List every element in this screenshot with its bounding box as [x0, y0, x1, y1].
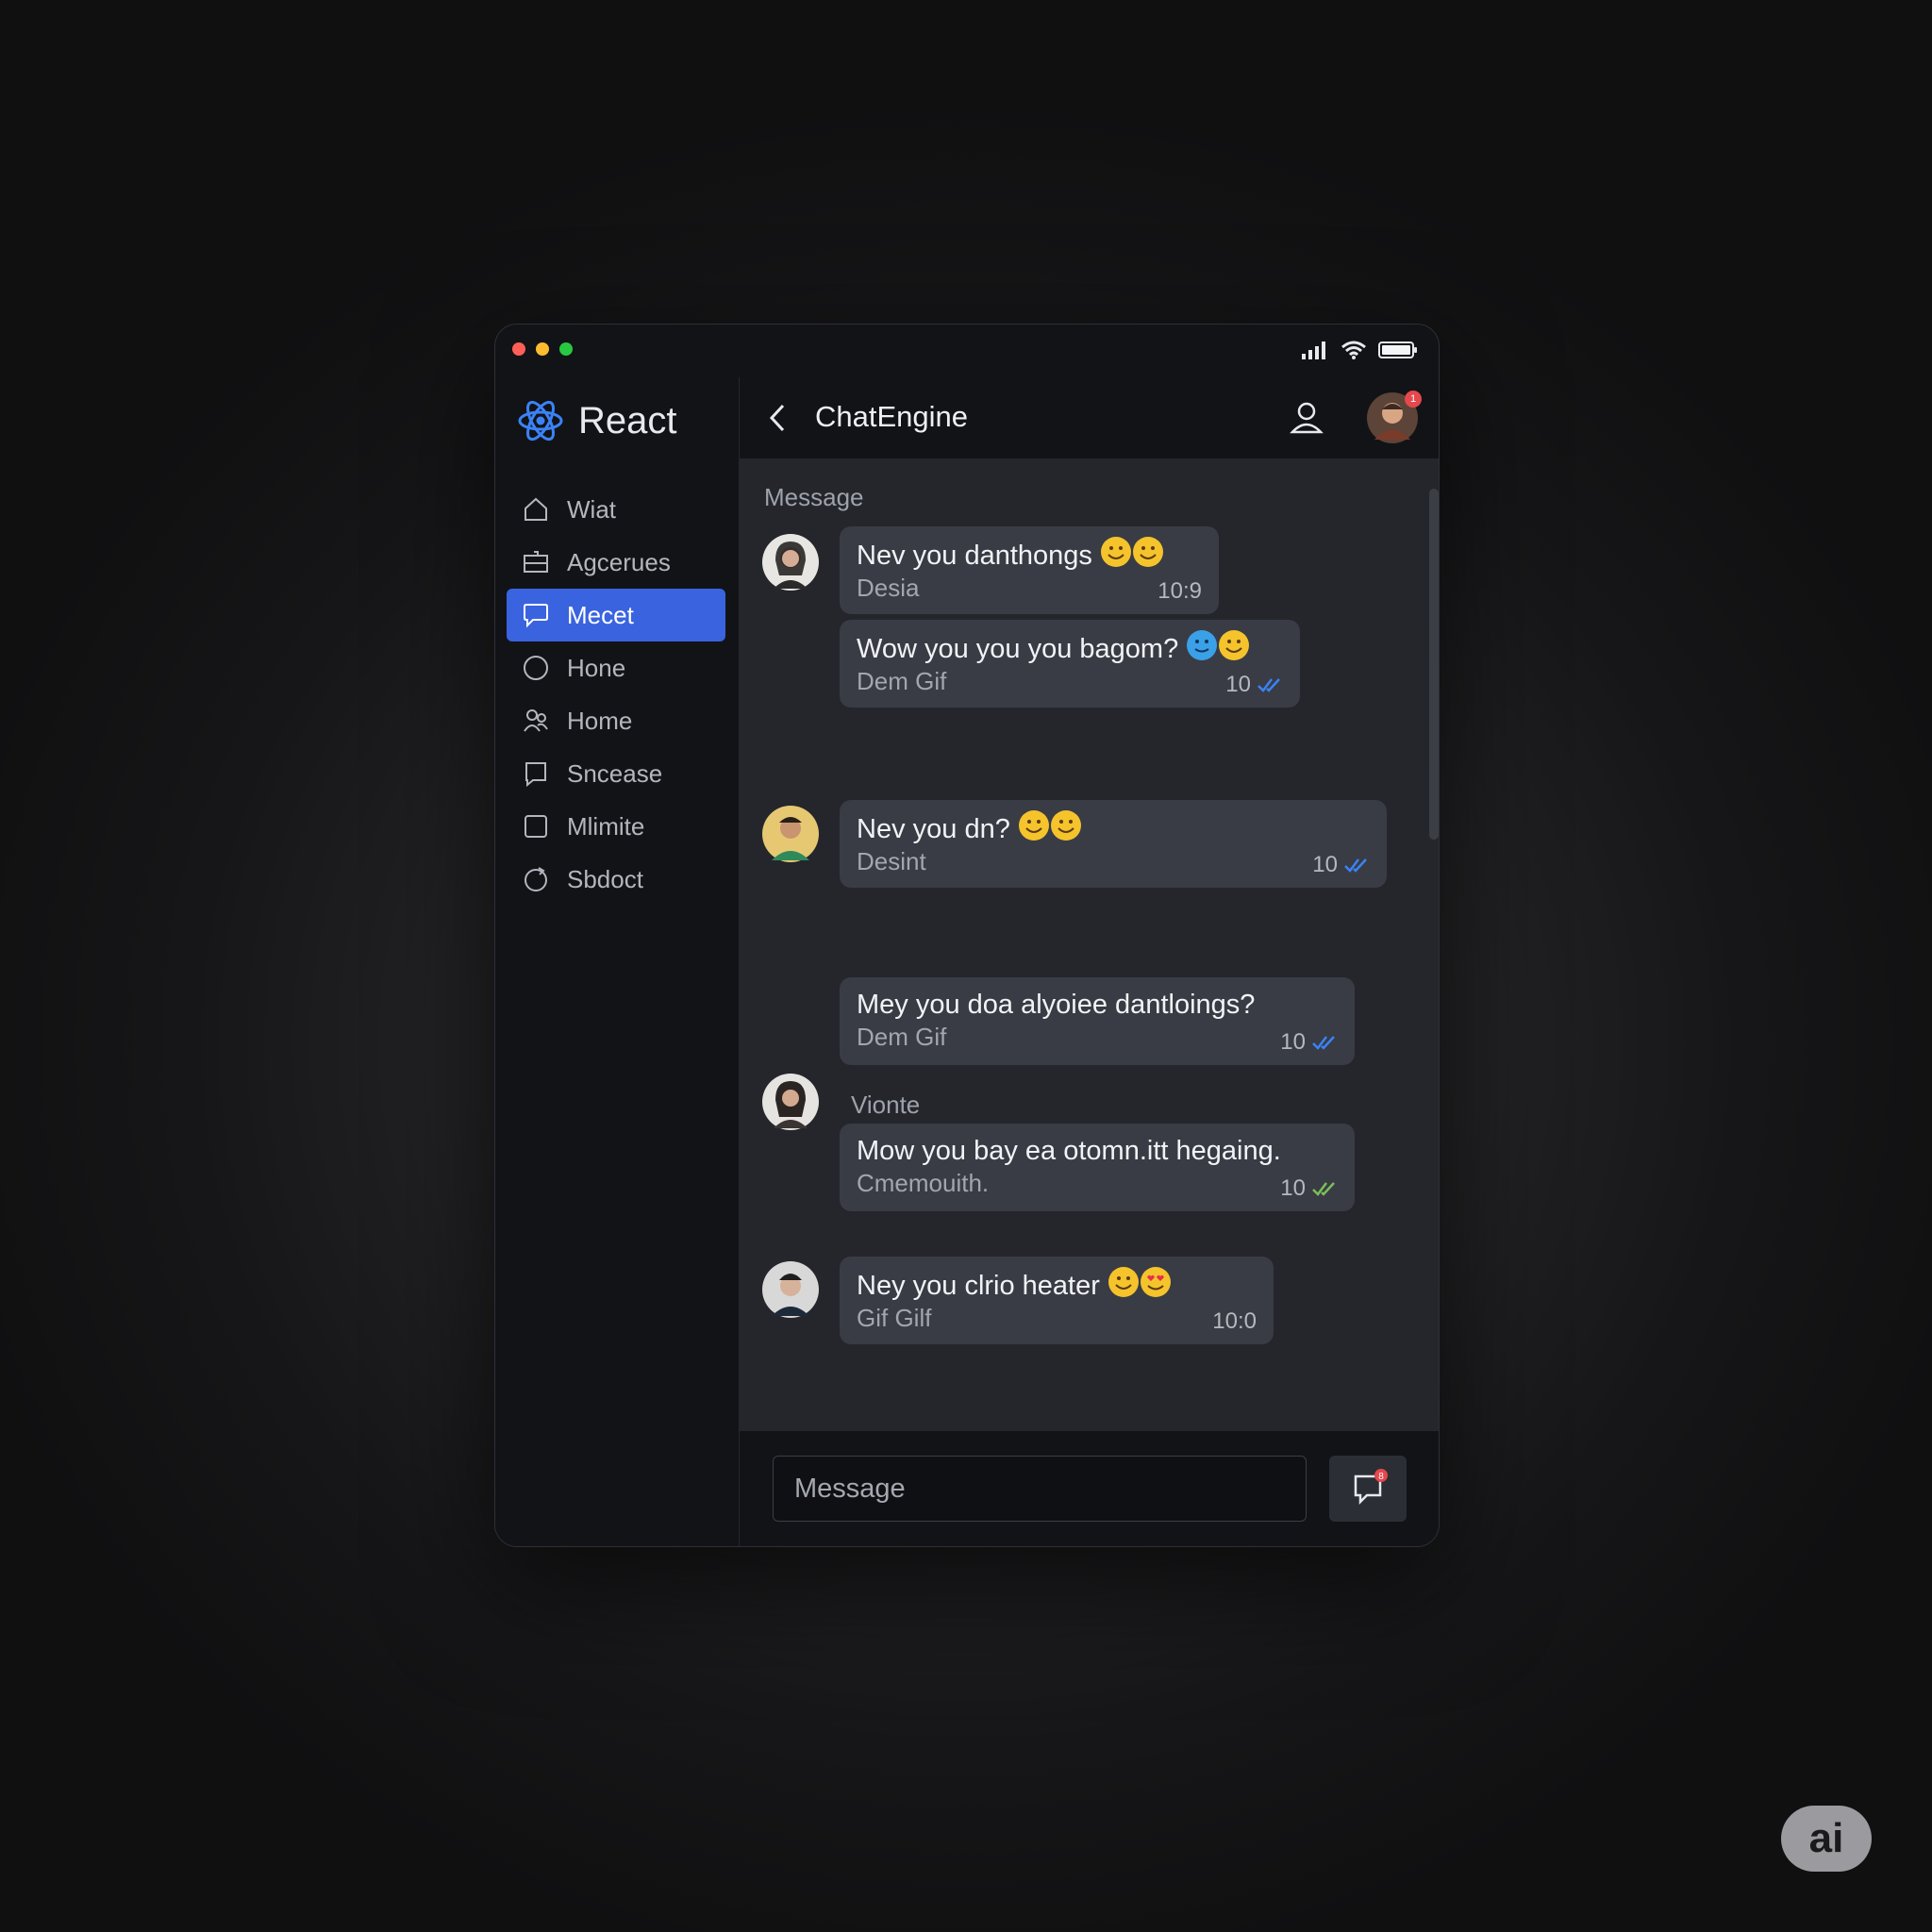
chat-bubble-icon	[524, 604, 548, 628]
sidebar-item-1[interactable]: Agcerues	[507, 536, 725, 589]
sidebar-item-0[interactable]: Wiat	[507, 483, 725, 536]
refresh-circle-icon	[525, 867, 547, 891]
message-subtext: Dem Gif	[857, 1023, 947, 1051]
blue-face-emoji-icon	[1187, 630, 1218, 660]
chat-window: React Wiat Agcerues Mecet Hone Home Snce…	[494, 324, 1440, 1547]
chat-pane: ChatEngine 1 Message Nev you danthongs D…	[740, 377, 1439, 1546]
smile-emoji-icon	[1108, 1267, 1139, 1297]
message-input[interactable]	[773, 1456, 1307, 1522]
message-text: Mey you doa alyoiee dantloings?	[857, 990, 1256, 1020]
brand[interactable]: React	[516, 396, 677, 445]
message-text: Nev you dn?	[857, 814, 1010, 844]
message-square-icon	[525, 762, 546, 788]
close-window-button[interactable]	[512, 342, 525, 356]
message-subtext: Desint	[857, 847, 926, 875]
sidebar-item-label: Home	[567, 706, 633, 735]
send-message-icon: 8	[1354, 1469, 1388, 1506]
smile-emoji-icon	[1100, 537, 1131, 567]
avatar[interactable]	[762, 1261, 819, 1318]
sidebar-item-label: Hone	[567, 653, 626, 682]
smile-emoji-icon	[1219, 630, 1250, 660]
avatar[interactable]	[762, 534, 819, 591]
message-time: 10:9	[1158, 578, 1202, 604]
message-subtext: Gif Gilf	[857, 1304, 932, 1332]
wifi-icon	[1341, 341, 1366, 359]
sidebar: React Wiat Agcerues Mecet Hone Home Snce…	[495, 377, 740, 1546]
heart-eyes-emoji-icon	[1140, 1267, 1171, 1297]
send-button[interactable]: 8	[1329, 1456, 1407, 1522]
maximize-window-button[interactable]	[559, 342, 573, 356]
avatar[interactable]	[762, 1074, 819, 1130]
brand-label: React	[578, 399, 677, 441]
message-time: 10:0	[1212, 1308, 1257, 1334]
sidebar-nav: Wiat Agcerues Mecet Hone Home Sncease Ml…	[507, 483, 725, 906]
smile-emoji-icon	[1050, 810, 1081, 841]
message-subtext: Desia	[857, 574, 920, 602]
header-avatar[interactable]: 1	[1367, 391, 1422, 443]
message-text: Mow you bay ea otomn.itt hegaing.	[857, 1136, 1281, 1166]
circle-icon	[524, 656, 548, 680]
sidebar-item-label: Wiat	[567, 494, 616, 524]
avatar[interactable]	[762, 806, 819, 862]
message-bubble[interactable]: Nev you danthongs Desia 10:9	[840, 526, 1219, 614]
back-arrow-icon[interactable]	[764, 400, 792, 436]
home-icon	[525, 497, 547, 521]
message-time: 10	[1225, 672, 1251, 697]
chat-header: ChatEngine 1	[740, 377, 1439, 458]
section-label: Message	[764, 483, 864, 511]
message-text: Ney you clrio heater	[857, 1271, 1100, 1301]
message-time: 10	[1280, 1175, 1306, 1201]
title-bar	[495, 325, 1439, 377]
message-text: Wow you you you bagom?	[857, 634, 1179, 664]
sidebar-item-label: Mecet	[567, 600, 634, 629]
chat-title: ChatEngine	[815, 400, 969, 433]
send-badge: 8	[1378, 1472, 1384, 1482]
scrollbar[interactable]	[1429, 489, 1439, 840]
sidebar-item-label: Mlimite	[567, 811, 645, 841]
inbox-icon	[524, 551, 548, 573]
sender-name: Vionte	[851, 1091, 921, 1119]
message-bubble[interactable]: Mow you bay ea otomn.itt hegaing. Cmemou…	[840, 1124, 1355, 1211]
message-bubble[interactable]: Wow you you you bagom? Dem Gif 10	[840, 620, 1300, 708]
message-subtext: Dem Gif	[857, 667, 947, 695]
minimize-window-button[interactable]	[536, 342, 549, 356]
smile-emoji-icon	[1132, 537, 1163, 567]
double-check-icon	[1344, 858, 1367, 873]
signal-icon	[1302, 341, 1325, 359]
sidebar-item-5[interactable]: Sncease	[507, 747, 725, 800]
sidebar-item-label: Sncease	[567, 758, 663, 788]
message-bubble[interactable]: Mey you doa alyoiee dantloings? Dem Gif …	[840, 977, 1355, 1065]
sidebar-item-7[interactable]: Sbdoct	[507, 853, 725, 906]
message-composer: 8	[740, 1431, 1439, 1546]
ai-watermark: ai	[1781, 1806, 1872, 1872]
sidebar-item-2[interactable]: Mecet	[507, 589, 725, 641]
message-bubble[interactable]: Nev you dn? Desint 10	[840, 800, 1387, 888]
double-check-icon	[1312, 1036, 1335, 1050]
sidebar-item-3[interactable]: Hone	[507, 641, 725, 694]
message-bubble[interactable]: Ney you clrio heater Gif Gilf 10:0	[840, 1257, 1274, 1344]
square-icon	[525, 815, 547, 838]
message-list: Message Nev you danthongs Desia 10:9 Wow…	[740, 458, 1439, 1431]
message-time: 10	[1280, 1029, 1306, 1055]
message-subtext: Cmemouith.	[857, 1169, 990, 1197]
people-icon	[524, 709, 548, 732]
sidebar-item-6[interactable]: Mlimite	[507, 800, 725, 853]
battery-icon	[1378, 341, 1417, 358]
double-check-icon	[1312, 1182, 1335, 1196]
message-time: 10	[1312, 852, 1338, 877]
message-text: Nev you danthongs	[857, 541, 1092, 571]
sidebar-item-label: Sbdoct	[567, 864, 643, 893]
status-icons	[1301, 340, 1418, 360]
smile-emoji-icon	[1018, 810, 1049, 841]
notification-badge: 1	[1405, 391, 1422, 408]
double-check-icon	[1257, 678, 1280, 692]
user-profile-icon[interactable]	[1288, 398, 1325, 436]
react-logo-icon	[518, 400, 563, 441]
sidebar-item-4[interactable]: Home	[507, 694, 725, 747]
sidebar-item-label: Agcerues	[567, 547, 671, 576]
